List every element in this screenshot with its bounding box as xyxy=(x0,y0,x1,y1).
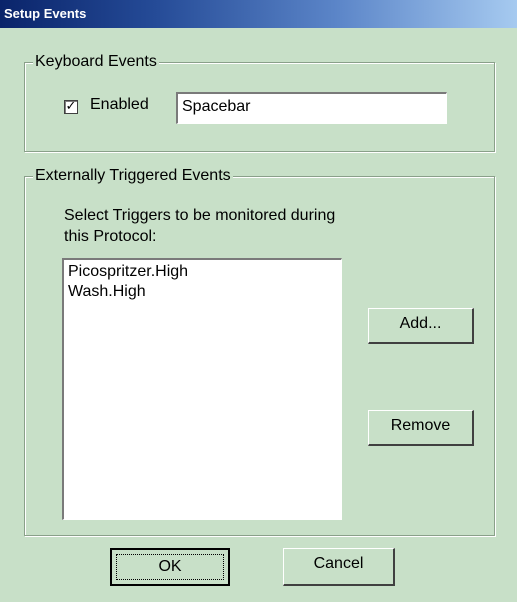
enabled-label[interactable]: Enabled xyxy=(90,94,149,116)
cancel-button[interactable]: Cancel xyxy=(283,548,395,586)
keyboard-events-legend: Keyboard Events xyxy=(33,52,159,72)
list-item[interactable]: Wash.High xyxy=(68,282,337,302)
list-item[interactable]: Picospritzer.High xyxy=(68,262,337,282)
remove-button[interactable]: Remove xyxy=(368,410,474,446)
setup-events-dialog: Setup Events Keyboard Events ✓ Enabled S… xyxy=(0,0,517,602)
enabled-checkbox[interactable]: ✓ xyxy=(64,98,78,114)
trigger-list[interactable]: Picospritzer.High Wash.High xyxy=(62,258,342,520)
window-title: Setup Events xyxy=(4,6,87,21)
ok-button[interactable]: OK xyxy=(110,548,230,586)
keyboard-key-input[interactable]: Spacebar xyxy=(176,92,447,124)
ok-button-label: OK xyxy=(116,554,224,580)
trigger-instructions: Select Triggers to be monitored during t… xyxy=(64,207,336,245)
checkmark-icon: ✓ xyxy=(65,98,77,113)
external-events-legend: Externally Triggered Events xyxy=(33,166,233,186)
add-button[interactable]: Add... xyxy=(368,308,474,344)
title-bar[interactable]: Setup Events xyxy=(0,0,517,28)
